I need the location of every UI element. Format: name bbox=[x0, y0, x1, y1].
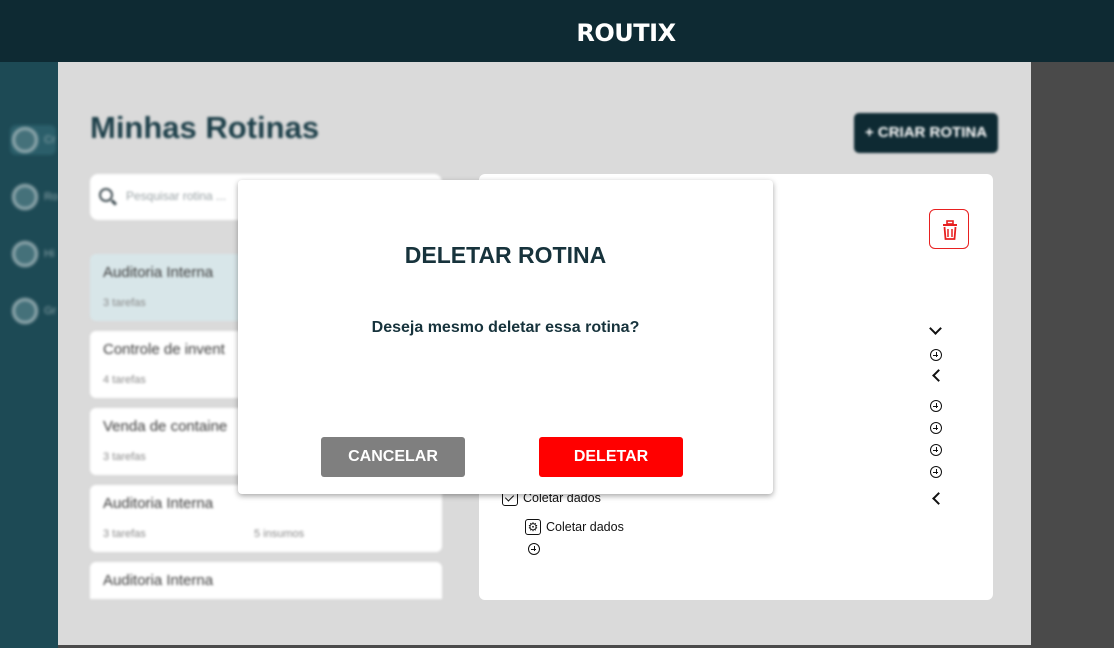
dialog-message: Deseja mesmo deletar essa rotina? bbox=[371, 319, 640, 336]
routine-task-count: 3 tarefas bbox=[103, 297, 146, 309]
routine-name: Controle de invent bbox=[103, 341, 225, 358]
chevron-down-icon[interactable] bbox=[929, 322, 942, 335]
chevron-left-icon[interactable] bbox=[932, 369, 945, 382]
routine-name: Auditoria Interna bbox=[103, 495, 214, 512]
sidebar: Cr Ro Hi Gr bbox=[0, 62, 58, 648]
routine-name: Auditoria Interna bbox=[103, 572, 214, 589]
routine-task-count: 3 tarefas bbox=[103, 451, 146, 463]
page-title: Minhas Rotinas bbox=[90, 110, 320, 145]
sidebar-item-label: Gr bbox=[44, 305, 57, 317]
sidebar-item-routines[interactable]: Ro bbox=[12, 184, 58, 210]
sidebar-item-label: Cr bbox=[44, 134, 56, 146]
sidebar-item-groups[interactable]: Gr bbox=[12, 298, 56, 324]
group-icon bbox=[12, 298, 38, 324]
step-item[interactable]: ⚙ Coletar dados bbox=[525, 519, 624, 535]
circle-plus-icon bbox=[12, 127, 38, 153]
sidebar-item-history[interactable]: Hi bbox=[12, 241, 54, 267]
right-backdrop bbox=[1031, 62, 1114, 648]
trash-icon bbox=[943, 220, 957, 240]
routine-name: Venda de containe bbox=[103, 418, 228, 435]
routine-card[interactable]: Auditoria Interna 3 tarefas 5 insumos bbox=[90, 485, 442, 552]
routine-supply-count: 5 insumos bbox=[254, 528, 305, 540]
cancel-button[interactable]: CANCELAR bbox=[321, 437, 465, 477]
add-circle-icon[interactable] bbox=[930, 466, 942, 478]
search-icon bbox=[99, 188, 113, 202]
add-circle-icon[interactable] bbox=[930, 422, 942, 434]
dialog-title: DELETAR ROTINA bbox=[404, 242, 607, 268]
delete-routine-button[interactable] bbox=[929, 209, 969, 249]
confirm-delete-button[interactable]: DELETAR bbox=[539, 437, 683, 477]
add-circle-icon[interactable] bbox=[930, 349, 942, 361]
add-circle-icon[interactable] bbox=[930, 444, 942, 456]
routine-task-count: 4 tarefas bbox=[103, 374, 146, 386]
routine-card[interactable]: Auditoria Interna bbox=[90, 562, 442, 599]
step-label: Coletar dados bbox=[546, 520, 624, 534]
sidebar-item-create[interactable]: Cr bbox=[10, 125, 56, 155]
gear-icon[interactable]: ⚙ bbox=[525, 519, 541, 535]
search-placeholder: Pesquisar rotina ... bbox=[126, 189, 227, 203]
calendar-icon bbox=[12, 184, 38, 210]
brand-logo: ROUTIX bbox=[576, 19, 676, 47]
sidebar-item-label: Ro bbox=[44, 191, 59, 203]
add-circle-icon[interactable] bbox=[930, 400, 942, 412]
create-routine-button[interactable]: + CRIAR ROTINA bbox=[854, 113, 998, 153]
delete-confirm-dialog: DELETAR ROTINA Deseja mesmo deletar essa… bbox=[238, 180, 773, 494]
top-bar: ROUTIX bbox=[0, 0, 1114, 62]
routine-task-count: 3 tarefas bbox=[103, 528, 146, 540]
sidebar-item-label: Hi bbox=[44, 248, 55, 260]
add-circle-icon[interactable] bbox=[528, 543, 540, 555]
chevron-left-icon[interactable] bbox=[932, 492, 945, 505]
routine-name: Auditoria Interna bbox=[103, 264, 214, 281]
clock-icon bbox=[12, 241, 38, 267]
